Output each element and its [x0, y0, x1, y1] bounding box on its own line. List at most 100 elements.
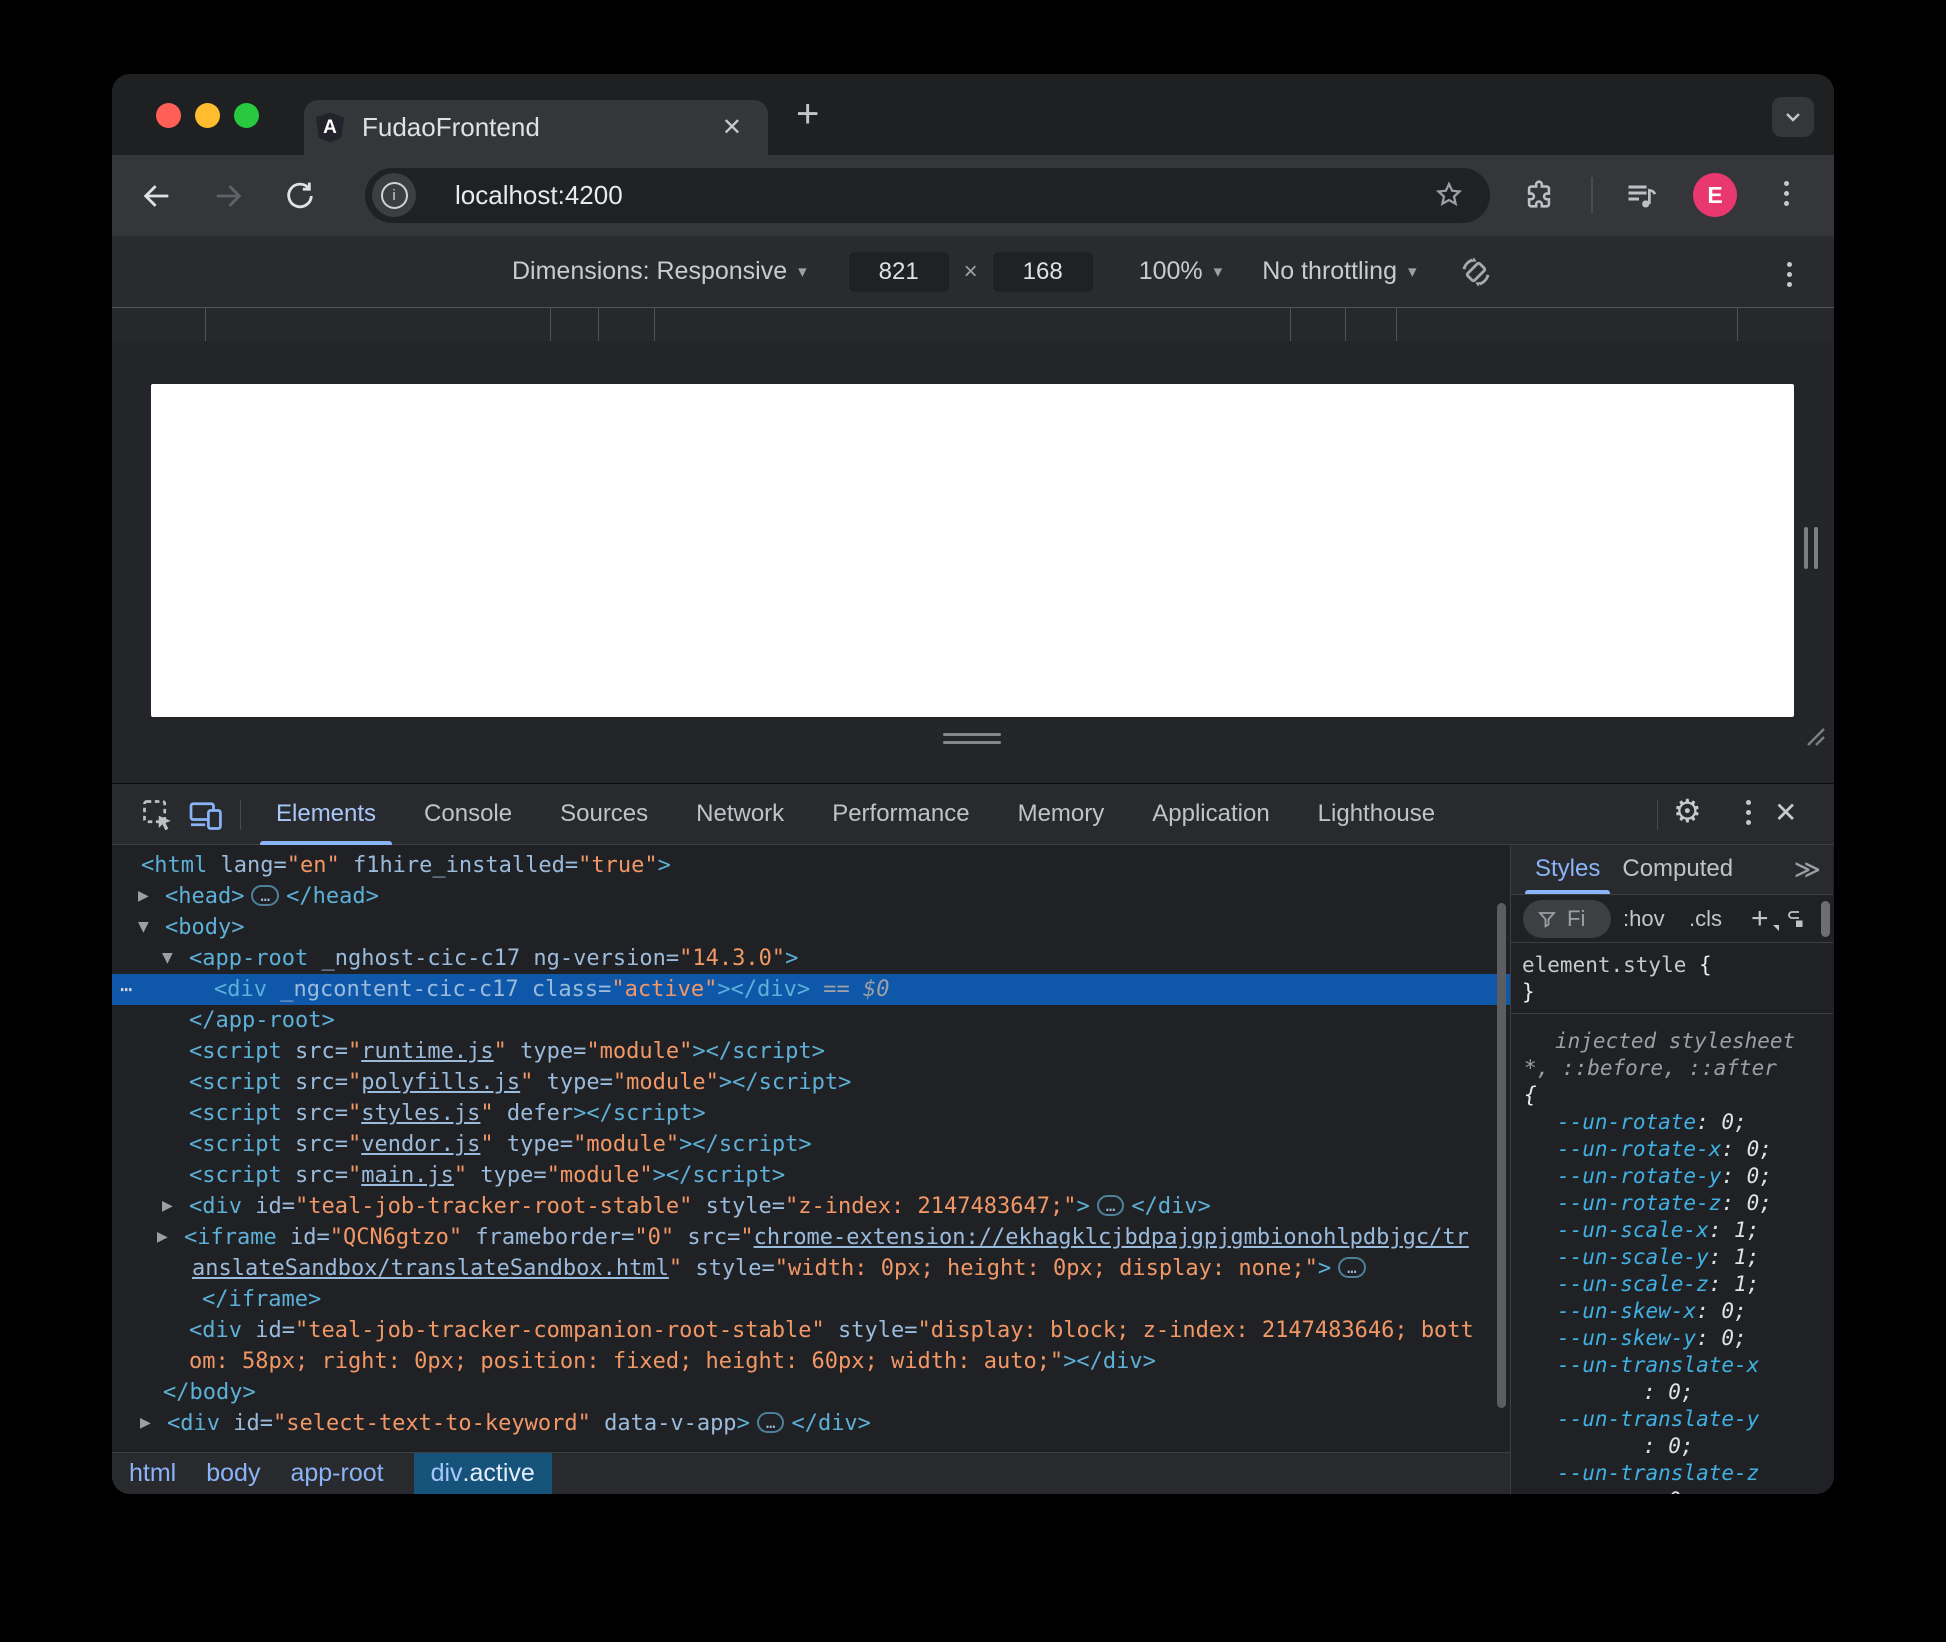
tab-performance[interactable]: Performance — [832, 784, 969, 845]
devtools-menu-icon[interactable] — [1746, 800, 1751, 825]
tree-line[interactable]: <html lang="en" f1hire_installed="true"> — [112, 850, 1510, 881]
tree-line[interactable]: </app-root> — [112, 1005, 1510, 1036]
settings-gear-icon[interactable]: ⚙ — [1673, 792, 1702, 830]
rendered-page[interactable] — [151, 384, 1794, 717]
back-icon[interactable] — [140, 179, 174, 213]
throttling-select[interactable]: No throttling — [1262, 257, 1397, 286]
styles-filter-input[interactable]: Filter — [1523, 900, 1611, 938]
toggle-hover-state-button[interactable]: :hov — [1623, 895, 1665, 943]
tab-elements[interactable]: Elements — [259, 784, 393, 845]
tab-application[interactable]: Application — [1152, 784, 1269, 845]
forward-icon[interactable] — [211, 179, 245, 213]
extensions-puzzle-icon[interactable] — [1522, 178, 1556, 212]
url-text[interactable]: localhost:4200 — [455, 168, 623, 223]
tree-line[interactable]: ▶ <head> … </head> — [112, 881, 1510, 912]
tab-memory[interactable]: Memory — [1018, 784, 1105, 845]
tab-search-button[interactable] — [1772, 97, 1814, 137]
tab-network[interactable]: Network — [696, 784, 784, 845]
css-property[interactable]: --un-skew-x: 0; — [1511, 1298, 1833, 1325]
address-bar[interactable]: i localhost:4200 — [365, 168, 1490, 223]
tree-line[interactable]: ⋯ <div _ngcontent-cic-c17 class="active">… — [112, 974, 1510, 1005]
tab-sources[interactable]: Sources — [560, 784, 648, 845]
tree-line[interactable]: ▶ <div id="select-text-to-keyword" data-v… — [112, 1408, 1510, 1439]
tree-line[interactable]: anslateSandbox/translateSandbox.html" st… — [112, 1253, 1510, 1284]
tab-close-icon[interactable]: ✕ — [722, 115, 742, 140]
css-property[interactable]: --un-rotate-x: 0; — [1511, 1136, 1833, 1163]
toggle-class-button[interactable]: .cls — [1689, 895, 1722, 943]
expand-arrow-icon[interactable]: ▶ — [162, 1191, 173, 1222]
site-info-button[interactable]: i — [372, 173, 416, 217]
css-property[interactable]: --un-translate-x — [1511, 1352, 1833, 1379]
tree-line[interactable]: ▼ <app-root _nghost-cic-c17 ng-version="1… — [112, 943, 1510, 974]
breadcrumb-item-selected[interactable]: div .active — [413, 1453, 552, 1494]
sidebar-tab-computed[interactable]: Computed — [1622, 845, 1733, 894]
tab-console[interactable]: Console — [424, 784, 512, 845]
tree-line[interactable]: <script src="styles.js" defer></script> — [112, 1098, 1510, 1129]
expand-inline-icon[interactable]: … — [1096, 1195, 1125, 1216]
tree-line[interactable]: <script src="polyfills.js" type="module"… — [112, 1067, 1510, 1098]
tree-line[interactable]: om: 58px; right: 0px; position: fixed; h… — [112, 1346, 1510, 1377]
css-property[interactable]: --un-rotate: 0; — [1511, 1109, 1833, 1136]
styles-scrollbar[interactable] — [1821, 901, 1830, 937]
tree-line[interactable]: <script src="main.js" type="module"></sc… — [112, 1160, 1510, 1191]
tree-line[interactable]: ▼ <body> — [112, 912, 1510, 943]
zoom-select[interactable]: 100% — [1139, 257, 1203, 286]
expand-arrow-icon[interactable]: ▶ — [140, 1408, 151, 1439]
css-property[interactable]: --un-scale-y: 1; — [1511, 1244, 1833, 1271]
rotate-device-icon[interactable] — [1457, 253, 1495, 291]
elements-scrollbar[interactable] — [1497, 903, 1506, 1408]
breadcrumb-item-html[interactable]: html — [129, 1453, 176, 1494]
new-style-rule-button[interactable]: + — [1751, 895, 1769, 943]
expand-inline-icon[interactable]: … — [251, 885, 280, 906]
expand-arrow-icon[interactable]: ▶ — [138, 881, 149, 912]
breadcrumb-item-body[interactable]: body — [206, 1453, 260, 1494]
tree-line[interactable]: <script src="runtime.js" type="module"><… — [112, 1036, 1510, 1067]
media-controls-icon[interactable] — [1624, 178, 1660, 214]
sidebar-tab-styles[interactable]: Styles — [1524, 845, 1611, 894]
css-property[interactable]: --un-translate-y — [1511, 1406, 1833, 1433]
css-property[interactable]: --un-skew-y: 0; — [1511, 1325, 1833, 1352]
bookmark-star-icon[interactable] — [1434, 180, 1464, 210]
tree-line[interactable]: ▶ <div id="teal-job-tracker-root-stable" … — [112, 1191, 1510, 1222]
device-toolbar-menu-icon[interactable] — [1787, 262, 1792, 287]
reload-icon[interactable] — [283, 179, 317, 213]
new-tab-button[interactable]: + — [796, 92, 819, 137]
more-tabs-icon[interactable]: ≫ — [1794, 845, 1821, 894]
devtools-close-icon[interactable]: ✕ — [1774, 796, 1797, 829]
expand-arrow-icon[interactable]: ▶ — [157, 1222, 168, 1253]
resize-corner-handle[interactable] — [1800, 721, 1826, 747]
css-property[interactable]: --un-rotate-z: 0; — [1511, 1190, 1833, 1217]
tree-line[interactable]: <script src="vendor.js" type="module"></… — [112, 1129, 1510, 1160]
cascade-layers-icon[interactable] — [1785, 908, 1807, 930]
resize-width-handle[interactable] — [1804, 527, 1818, 569]
viewport-width-input[interactable]: 821 — [848, 251, 949, 292]
resize-height-handle[interactable] — [943, 733, 1001, 749]
dimensions-select[interactable]: Dimensions: Responsive — [512, 257, 787, 286]
viewport-height-input[interactable]: 168 — [992, 251, 1093, 292]
browser-menu-icon[interactable] — [1784, 181, 1789, 206]
expand-inline-icon[interactable]: … — [756, 1412, 785, 1433]
css-property[interactable]: --un-translate-z — [1511, 1460, 1833, 1487]
maximize-window-button[interactable] — [234, 103, 259, 128]
expand-inline-icon[interactable]: … — [1338, 1257, 1366, 1278]
device-toolbar-toggle-icon[interactable] — [188, 797, 224, 833]
css-property[interactable]: --un-scale-z: 1; — [1511, 1271, 1833, 1298]
tree-line[interactable]: ▶ <iframe id="QCN6gtzo" frameborder="0" s… — [112, 1222, 1510, 1253]
tree-line[interactable]: <div id="teal-job-tracker-companion-root… — [112, 1315, 1510, 1346]
minimize-window-button[interactable] — [195, 103, 220, 128]
more-actions-icon[interactable]: ⋯ — [120, 974, 132, 1005]
css-property[interactable]: --un-scale-x: 1; — [1511, 1217, 1833, 1244]
css-property[interactable]: --un-rotate-y: 0; — [1511, 1163, 1833, 1190]
inspect-element-icon[interactable] — [140, 797, 176, 833]
ruler-tick — [550, 308, 551, 342]
breadcrumb-item-app-root[interactable]: app-root — [290, 1453, 383, 1494]
collapse-arrow-icon[interactable]: ▼ — [138, 912, 149, 943]
close-window-button[interactable] — [156, 103, 181, 128]
element-style-section[interactable]: element.style { } — [1511, 943, 1833, 1014]
tree-line[interactable]: </iframe> — [112, 1284, 1510, 1315]
browser-tab[interactable]: A FudaoFrontend ✕ — [304, 100, 768, 155]
tree-line[interactable]: </body> — [112, 1377, 1510, 1408]
tab-lighthouse[interactable]: Lighthouse — [1318, 784, 1435, 845]
collapse-arrow-icon[interactable]: ▼ — [162, 943, 173, 974]
profile-avatar[interactable]: E — [1693, 173, 1737, 217]
